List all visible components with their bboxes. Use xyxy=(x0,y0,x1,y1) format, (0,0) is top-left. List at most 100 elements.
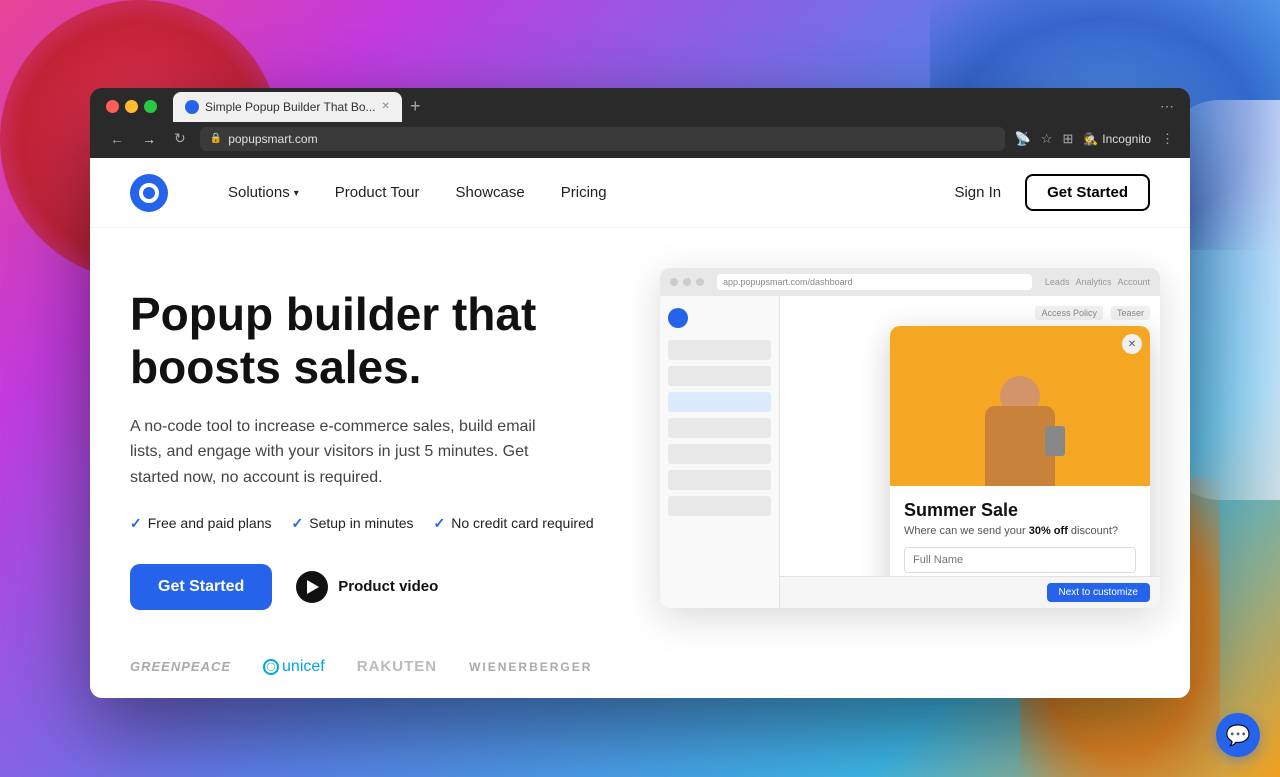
unicef-label: unicef xyxy=(282,658,325,676)
nav-links: Solutions ▾ Product Tour Showcase Pricin… xyxy=(228,184,954,201)
logo[interactable] xyxy=(130,174,168,212)
sign-in-button[interactable]: Sign In xyxy=(954,184,1001,201)
mockup-menu-5 xyxy=(668,444,771,464)
logo-inner xyxy=(139,183,159,203)
mockup-dot-2 xyxy=(683,278,691,286)
browser-toolbar: ← → ↻ 🔒 popupsmart.com 📡 ☆ ⊞ 🕵 Incognito… xyxy=(106,126,1174,158)
nav-product-tour[interactable]: Product Tour xyxy=(335,184,420,201)
mockup-header-bar: Access Policy Teaser xyxy=(790,306,1150,320)
popup-image xyxy=(890,326,1150,486)
hero-left: Popup builder that boosts sales. A no-co… xyxy=(130,268,610,676)
mockup-dot-3 xyxy=(696,278,704,286)
new-tab-button[interactable]: + xyxy=(410,96,421,117)
tab-favicon xyxy=(185,100,199,114)
next-to-customize-button[interactable]: Next to customize xyxy=(1047,583,1150,602)
mockup-menu-7 xyxy=(668,496,771,516)
popup-title: Summer Sale xyxy=(904,500,1136,521)
browser-chrome: Simple Popup Builder That Bo... ✕ + ⋯ ← … xyxy=(90,88,1190,158)
popup-desc-end: discount? xyxy=(1071,525,1118,537)
active-tab[interactable]: Simple Popup Builder That Bo... ✕ xyxy=(173,92,402,122)
check-icon-1: ✓ xyxy=(130,515,142,532)
person-figure xyxy=(985,366,1055,486)
mockup-menu-2 xyxy=(668,366,771,386)
popup-description: Where can we send your 30% off discount? xyxy=(904,525,1136,537)
check-icon-2: ✓ xyxy=(292,515,304,532)
mockup-menu-3-active xyxy=(668,392,771,412)
chat-widget-button[interactable]: 💬 xyxy=(1216,713,1260,757)
mockup-nav-analytics: Analytics xyxy=(1075,277,1111,287)
popup-discount: 30% off xyxy=(1029,525,1068,537)
mockup-url-text: app.popupsmart.com/dashboard xyxy=(723,277,853,287)
reload-button[interactable]: ↻ xyxy=(170,128,190,149)
nav-showcase[interactable]: Showcase xyxy=(456,184,525,201)
feature-checks: ✓ Free and paid plans ✓ Setup in minutes… xyxy=(130,515,610,532)
mockup-logo xyxy=(668,308,688,328)
product-video-button[interactable]: Product video xyxy=(296,571,438,603)
traffic-lights xyxy=(106,100,157,113)
tab-title: Simple Popup Builder That Bo... xyxy=(205,100,376,114)
feature-check-2: ✓ Setup in minutes xyxy=(292,515,414,532)
mockup-nav-account: Account xyxy=(1117,277,1150,287)
brand-unicef: ◯ unicef xyxy=(263,658,325,676)
hero-title: Popup builder that boosts sales. xyxy=(130,288,610,394)
minimize-traffic-light[interactable] xyxy=(125,100,138,113)
product-mockup: app.popupsmart.com/dashboard Leads Analy… xyxy=(660,268,1160,608)
mockup-nav-btns: Leads Analytics Account xyxy=(1045,277,1150,287)
incognito-button[interactable]: 🕵 Incognito xyxy=(1083,132,1151,146)
back-button[interactable]: ← xyxy=(106,129,128,149)
mockup-bar: app.popupsmart.com/dashboard Leads Analy… xyxy=(660,268,1160,296)
feature-3-label: No credit card required xyxy=(451,515,593,531)
popup-overlay: ✕ xyxy=(890,326,1150,608)
video-label: Product video xyxy=(338,578,438,595)
cast-icon: 📡 xyxy=(1015,131,1031,147)
nav-solutions[interactable]: Solutions ▾ xyxy=(228,184,299,201)
star-icon[interactable]: ☆ xyxy=(1041,131,1053,147)
close-traffic-light[interactable] xyxy=(106,100,119,113)
mockup-bottom-bar: Next to customize xyxy=(780,576,1160,608)
logo-circle xyxy=(130,174,168,212)
feature-1-label: Free and paid plans xyxy=(148,515,272,531)
chat-bubble-icon: 💬 xyxy=(1226,723,1251,748)
browser-tabs: Simple Popup Builder That Bo... ✕ + ⋯ xyxy=(106,89,1174,125)
nav-actions: Sign In Get Started xyxy=(954,174,1150,211)
mockup-dot-1 xyxy=(670,278,678,286)
mockup-menu-4 xyxy=(668,418,771,438)
tab-overview-icon[interactable]: ⊞ xyxy=(1062,131,1073,147)
incognito-icon: 🕵 xyxy=(1083,132,1098,146)
play-triangle xyxy=(307,580,319,594)
hero-section: Popup builder that boosts sales. A no-co… xyxy=(90,228,1190,698)
lock-icon: 🔒 xyxy=(210,133,222,144)
forward-button[interactable]: → xyxy=(138,129,160,149)
site-navigation: Solutions ▾ Product Tour Showcase Pricin… xyxy=(90,158,1190,228)
check-icon-3: ✓ xyxy=(434,515,446,532)
browser-window: Simple Popup Builder That Bo... ✕ + ⋯ ← … xyxy=(90,88,1190,698)
maximize-traffic-light[interactable] xyxy=(144,100,157,113)
hero-actions: Get Started Product video xyxy=(130,564,610,610)
menu-button[interactable]: ⋮ xyxy=(1161,131,1174,147)
get-started-nav-button[interactable]: Get Started xyxy=(1025,174,1150,211)
nav-pricing[interactable]: Pricing xyxy=(561,184,607,201)
mockup-content: Access Policy Teaser ✕ xyxy=(780,296,1160,608)
play-icon xyxy=(296,571,328,603)
hero-right: app.popupsmart.com/dashboard Leads Analy… xyxy=(610,268,1150,648)
popup-name-input[interactable] xyxy=(904,547,1136,573)
mockup-menu-6 xyxy=(668,470,771,490)
brand-logos: GREENPEACE ◯ unicef Rakuten wienerberger xyxy=(130,658,610,676)
feature-check-1: ✓ Free and paid plans xyxy=(130,515,272,532)
url-text: popupsmart.com xyxy=(228,132,317,146)
mockup-sidebar xyxy=(660,296,780,608)
popup-close-button[interactable]: ✕ xyxy=(1122,334,1142,354)
tab-close-button[interactable]: ✕ xyxy=(382,101,390,112)
mockup-menu-1 xyxy=(668,340,771,360)
address-bar[interactable]: 🔒 popupsmart.com xyxy=(200,127,1005,151)
chevron-down-icon: ▾ xyxy=(294,188,299,199)
feature-check-3: ✓ No credit card required xyxy=(434,515,594,532)
toolbar-right: 📡 ☆ ⊞ 🕵 Incognito ⋮ xyxy=(1015,131,1174,147)
unicef-emblem-icon: ◯ xyxy=(263,659,279,675)
get-started-hero-button[interactable]: Get Started xyxy=(130,564,272,610)
hero-subtitle: A no-code tool to increase e-commerce sa… xyxy=(130,414,550,491)
brand-wienerberger: wienerberger xyxy=(469,660,592,674)
brand-greenpeace: GREENPEACE xyxy=(130,659,231,674)
popup-desc-text: Where can we send your xyxy=(904,525,1029,537)
mockup-tag-1: Access Policy xyxy=(1035,306,1103,320)
